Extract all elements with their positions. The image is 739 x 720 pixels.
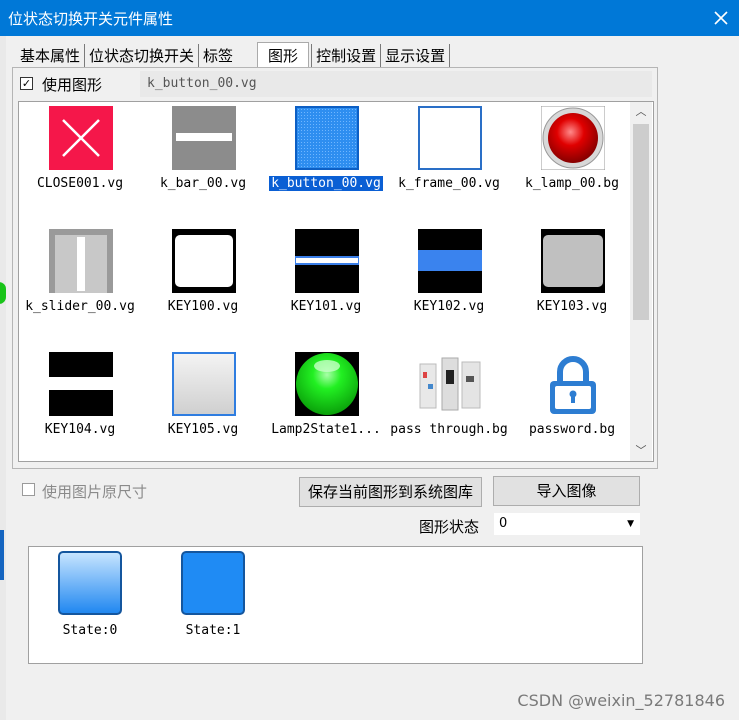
gallery-item[interactable]: k_slider_00.vg bbox=[19, 227, 141, 349]
save-to-library-button[interactable]: 保存当前图形到系统图库 bbox=[299, 477, 482, 507]
tab-strip: 基本属性 位状态切换开关 标签 图形 控制设置 显示设置 bbox=[16, 42, 451, 68]
gallery-item[interactable]: KEY102.vg bbox=[388, 227, 510, 349]
key104-icon bbox=[49, 352, 113, 416]
gallery-item-label: KEY100.vg bbox=[167, 299, 239, 314]
watermark: CSDN @weixin_52781846 bbox=[517, 691, 725, 710]
title-bar: 位状态切换开关元件属性 bbox=[0, 0, 739, 36]
window-title: 位状态切换开关元件属性 bbox=[8, 10, 174, 28]
graphic-state-select[interactable]: 0 ▼ bbox=[494, 513, 640, 535]
gallery-item-label: k_button_00.vg bbox=[269, 176, 383, 191]
close-icon bbox=[714, 11, 728, 25]
gallery-item[interactable]: KEY103.vg bbox=[511, 227, 633, 349]
frame-icon bbox=[418, 106, 482, 170]
use-graphic-label: 使用图形 bbox=[42, 76, 103, 94]
state-label: State:0 bbox=[62, 623, 118, 638]
green-lamp-icon bbox=[295, 352, 359, 416]
gallery-item[interactable]: KEY100.vg bbox=[142, 227, 264, 349]
gallery-item[interactable]: Lamp2State1... bbox=[265, 350, 387, 461]
gallery-item-label: KEY104.vg bbox=[44, 422, 116, 437]
graphic-filename-field: k_button_00.vg bbox=[140, 71, 652, 97]
gallery-item[interactable]: KEY101.vg bbox=[265, 227, 387, 349]
state-preview-panel: State:0 State:1 bbox=[28, 546, 643, 664]
red-lamp-icon bbox=[541, 106, 605, 170]
gallery-item-selected[interactable]: k_button_00.vg bbox=[265, 104, 387, 226]
key102-icon bbox=[418, 229, 482, 293]
gallery-scrollbar[interactable]: ︿ ﹀ bbox=[630, 102, 652, 461]
gallery-item-label: KEY103.vg bbox=[536, 299, 608, 314]
lock-icon bbox=[541, 352, 605, 416]
state0-button-icon bbox=[58, 551, 122, 615]
original-size-label: 使用图片原尺寸 bbox=[42, 483, 148, 501]
key101-icon bbox=[295, 229, 359, 293]
tab-control-settings[interactable]: 控制设置 bbox=[311, 44, 382, 68]
tab-graphic[interactable]: 图形 bbox=[257, 42, 310, 68]
gallery-item[interactable]: KEY105.vg bbox=[142, 350, 264, 461]
close-button[interactable] bbox=[703, 0, 739, 36]
state-label: State:1 bbox=[185, 623, 241, 638]
import-image-button[interactable]: 导入图像 bbox=[493, 476, 640, 506]
gallery-item[interactable]: k_frame_00.vg bbox=[388, 104, 510, 226]
close-x-icon bbox=[49, 106, 113, 170]
gallery-item[interactable]: CLOSE001.vg bbox=[19, 104, 141, 226]
background-window-fragment bbox=[0, 0, 6, 720]
gallery-item-label: KEY101.vg bbox=[290, 299, 362, 314]
graphic-state-label: 图形状态 bbox=[419, 518, 480, 536]
scrollbar-thumb[interactable] bbox=[633, 124, 649, 320]
gallery-item[interactable]: k_lamp_00.bg bbox=[511, 104, 633, 226]
key105-icon bbox=[172, 352, 236, 416]
gallery-item-label: k_slider_00.vg bbox=[25, 299, 135, 314]
bar-icon bbox=[172, 106, 236, 170]
use-graphic-checkbox[interactable]: ✓ bbox=[20, 77, 33, 90]
background-blue-blob bbox=[0, 530, 4, 580]
state1-button-icon bbox=[181, 551, 245, 615]
gallery-item[interactable]: KEY104.vg bbox=[19, 350, 141, 461]
gallery-item-label: KEY102.vg bbox=[413, 299, 485, 314]
gallery-item[interactable]: password.bg bbox=[511, 350, 633, 461]
chevron-down-icon: ▼ bbox=[627, 519, 634, 529]
tab-bit-state-switch[interactable]: 位状态切换开关 bbox=[85, 44, 200, 68]
gallery-item-label: Lamp2State1... bbox=[271, 422, 381, 437]
gallery-item-label: k_lamp_00.bg bbox=[525, 176, 619, 191]
scroll-up-arrow-icon[interactable]: ︿ bbox=[630, 102, 652, 122]
pass-through-icon bbox=[418, 352, 482, 416]
gallery-item[interactable]: k_bar_00.vg bbox=[142, 104, 264, 226]
scroll-down-arrow-icon[interactable]: ﹀ bbox=[630, 441, 652, 461]
button-icon bbox=[295, 106, 359, 170]
key100-icon bbox=[172, 229, 236, 293]
gallery-item-label: pass through.bg bbox=[390, 422, 508, 437]
gallery-item-label: password.bg bbox=[528, 422, 616, 437]
gallery-item-label: CLOSE001.vg bbox=[36, 176, 124, 191]
original-size-checkbox[interactable] bbox=[22, 483, 35, 496]
gallery-item-label: k_frame_00.vg bbox=[398, 176, 500, 191]
graphic-state-value: 0 bbox=[499, 516, 508, 531]
gallery-item-label: KEY105.vg bbox=[167, 422, 239, 437]
gallery-item[interactable]: pass through.bg bbox=[388, 350, 510, 461]
key103-icon bbox=[541, 229, 605, 293]
graphic-gallery: CLOSE001.vg k_bar_00.vg k_button_00.vg k… bbox=[18, 101, 654, 462]
tab-basic-properties[interactable]: 基本属性 bbox=[16, 44, 86, 68]
slider-icon bbox=[49, 229, 113, 293]
gallery-item-label: k_bar_00.vg bbox=[159, 176, 247, 191]
tab-display-settings[interactable]: 显示设置 bbox=[381, 44, 451, 68]
tab-label[interactable]: 标签 bbox=[199, 44, 238, 68]
